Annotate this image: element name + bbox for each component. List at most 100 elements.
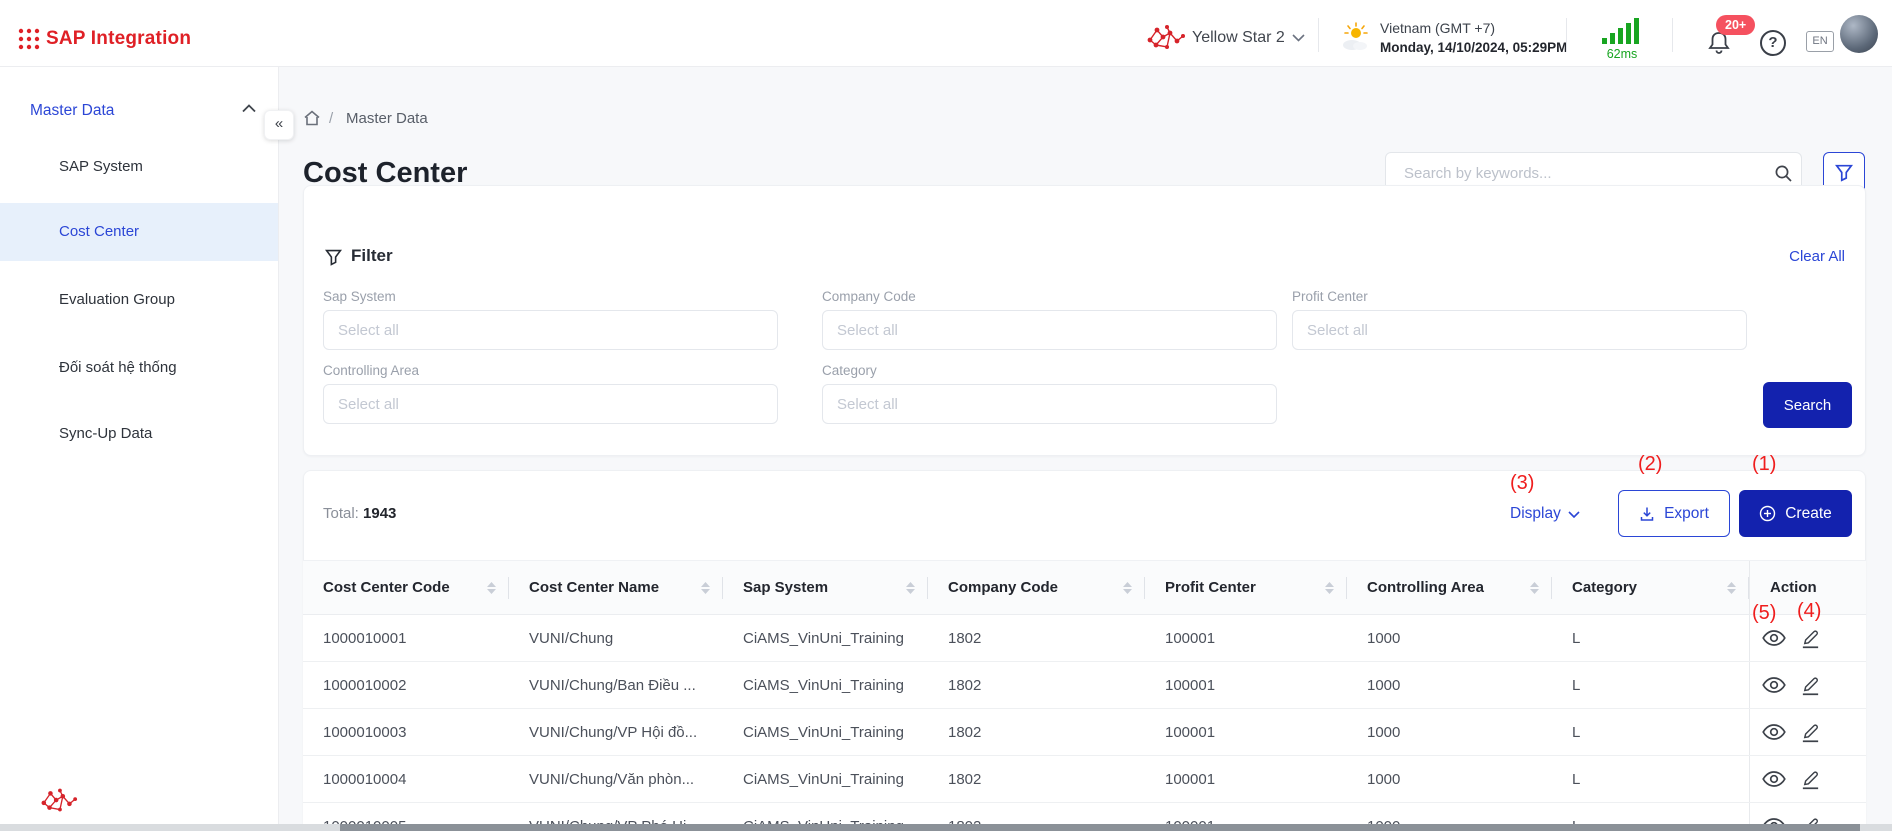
display-dropdown[interactable]: Display (1510, 505, 1580, 523)
filter-input-company-code[interactable] (822, 310, 1277, 350)
sidebar-item-doi-soat-he-thong[interactable]: Đối soát hệ thống (0, 339, 278, 397)
cell-action (1749, 756, 1866, 802)
filter-label-company-code: Company Code (822, 289, 916, 304)
filter-input-profit-center[interactable] (1292, 310, 1747, 350)
table-row: 1000010002VUNI/Chung/Ban Điều ...CiAMS_V… (303, 662, 1866, 709)
filter-label-profit-center: Profit Center (1292, 289, 1368, 304)
edit-pencil-icon (1800, 675, 1821, 696)
sort-icon (701, 582, 710, 594)
cell-profit-center: 100001 (1145, 662, 1347, 708)
help-icon[interactable]: ? (1760, 30, 1786, 56)
column-header-profit-center[interactable]: Profit Center (1145, 561, 1347, 614)
cell-profit-center: 100001 (1145, 756, 1347, 802)
cell-sap-system: CiAMS_VinUni_Training (723, 756, 928, 802)
filter-title-icon (325, 249, 342, 266)
column-header-cost-center-code[interactable]: Cost Center Code (303, 561, 509, 614)
column-header-company-code[interactable]: Company Code (928, 561, 1145, 614)
total-label: Total: (323, 505, 359, 522)
app-title: SAP Integration (46, 28, 191, 50)
language-selector[interactable]: EN (1806, 31, 1834, 52)
horizontal-scrollbar-thumb[interactable] (340, 824, 1860, 831)
sidebar-collapse-button[interactable]: « (264, 110, 294, 140)
breadcrumb[interactable]: Master Data (346, 110, 428, 127)
view-button[interactable] (1762, 770, 1786, 788)
column-header-controlling-area[interactable]: Controlling Area (1347, 561, 1552, 614)
table-row: 1000010003VUNI/Chung/VP Hội đồ...CiAMS_V… (303, 709, 1866, 756)
annotation-2: (2) (1638, 453, 1662, 476)
view-button[interactable] (1762, 629, 1786, 647)
app-grid-icon[interactable] (18, 28, 40, 50)
total-count: Total: 1943 (323, 505, 396, 522)
table-row: 1000010001VUNI/ChungCiAMS_VinUni_Trainin… (303, 615, 1866, 662)
create-button[interactable]: Create (1739, 490, 1852, 537)
cell-code: 1000010003 (303, 709, 509, 755)
cell-controlling-area: 1000 (1347, 709, 1552, 755)
sort-icon (1325, 582, 1334, 594)
sidebar-item-sync-up-data[interactable]: Sync-Up Data (0, 405, 278, 463)
view-button[interactable] (1762, 723, 1786, 741)
cell-sap-system: CiAMS_VinUni_Training (723, 662, 928, 708)
sidebar: Master Data SAP System Cost Center Evalu… (0, 66, 279, 831)
sidebar-item-cost-center[interactable]: Cost Center (0, 203, 278, 261)
view-eye-icon (1762, 723, 1786, 741)
cell-controlling-area: 1000 (1347, 615, 1552, 661)
filter-input-sap-system[interactable] (323, 310, 778, 350)
edit-button[interactable] (1800, 769, 1821, 790)
edit-button[interactable] (1800, 722, 1821, 743)
divider (1672, 18, 1673, 52)
download-icon (1639, 506, 1655, 522)
export-button[interactable]: Export (1618, 490, 1730, 537)
funnel-icon (1835, 164, 1853, 182)
sort-icon (487, 582, 496, 594)
cell-category: L (1552, 756, 1749, 802)
notification-badge: 20+ (1716, 15, 1755, 35)
cell-code: 1000010002 (303, 662, 509, 708)
filter-input-category[interactable] (822, 384, 1277, 424)
signal-bars-icon (1600, 17, 1642, 45)
cell-company-code: 1802 (928, 662, 1145, 708)
weather-sun-icon (1340, 22, 1372, 52)
workspace-logo-icon (1146, 24, 1186, 52)
divider (1318, 18, 1319, 52)
cell-profit-center: 100001 (1145, 615, 1347, 661)
sidebar-item-sap-system[interactable]: SAP System (0, 138, 278, 196)
filter-title: Filter (351, 246, 393, 266)
sidebar-group-master-data[interactable]: Master Data (30, 102, 114, 120)
column-header-cost-center-name[interactable]: Cost Center Name (509, 561, 723, 614)
cell-action (1749, 709, 1866, 755)
edit-button[interactable] (1800, 628, 1821, 649)
cell-name: VUNI/Chung (509, 615, 723, 661)
view-eye-icon (1762, 770, 1786, 788)
chevron-down-icon (1568, 511, 1580, 518)
cell-category: L (1552, 615, 1749, 661)
table-row: 1000010004VUNI/Chung/Văn phòn...CiAMS_Vi… (303, 756, 1866, 803)
filter-label-controlling-area: Controlling Area (323, 363, 419, 378)
cell-name: VUNI/Chung/Văn phòn... (509, 756, 723, 802)
filter-label-sap-system: Sap System (323, 289, 396, 304)
sort-icon (1530, 582, 1539, 594)
locale-datetime: Monday, 14/10/2024, 05:29PM (1380, 40, 1567, 55)
cell-profit-center: 100001 (1145, 709, 1347, 755)
sort-icon (906, 582, 915, 594)
column-header-sap-system[interactable]: Sap System (723, 561, 928, 614)
locale-region: Vietnam (GMT +7) (1380, 20, 1495, 36)
column-header-category[interactable]: Category (1552, 561, 1749, 614)
view-button[interactable] (1762, 676, 1786, 694)
app-window: SAP Integration Yellow Star 2 (0, 0, 1892, 831)
home-icon[interactable] (303, 109, 321, 127)
clear-all-link[interactable]: Clear All (1789, 248, 1845, 265)
cell-code: 1000010004 (303, 756, 509, 802)
total-value: 1943 (363, 505, 396, 522)
workspace-selector[interactable]: Yellow Star 2 (1192, 29, 1285, 47)
plus-circle-icon (1759, 505, 1776, 522)
annotation-5: (5) (1752, 602, 1776, 625)
user-avatar[interactable] (1840, 15, 1878, 53)
cell-controlling-area: 1000 (1347, 662, 1552, 708)
search-icon[interactable] (1774, 164, 1793, 183)
chevron-down-icon[interactable] (1292, 34, 1305, 42)
edit-button[interactable] (1800, 675, 1821, 696)
sidebar-item-evaluation-group[interactable]: Evaluation Group (0, 271, 278, 329)
chevron-up-icon[interactable] (242, 104, 256, 113)
filter-input-controlling-area[interactable] (323, 384, 778, 424)
filter-search-button[interactable]: Search (1763, 382, 1852, 428)
